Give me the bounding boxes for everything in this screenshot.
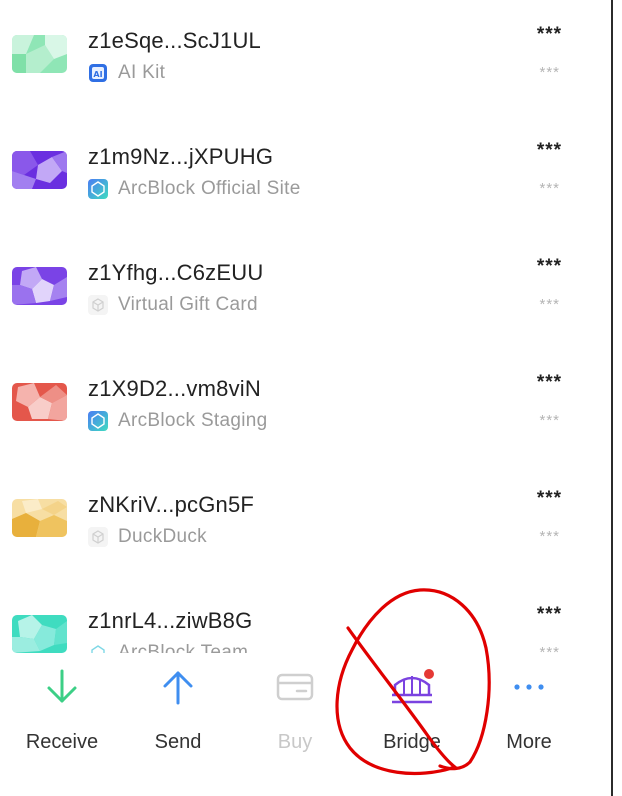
cube-icon	[88, 295, 108, 315]
asset-app: Virtual Gift Card	[88, 294, 258, 316]
app-name: Virtual Gift Card	[118, 294, 258, 315]
asset-balance: ***	[536, 256, 562, 277]
asset-app: ArcBlock Staging	[88, 410, 267, 432]
asset-balance: ***	[536, 372, 562, 393]
asset-list[interactable]: z1eSqe...ScJ1UL AI AI Kit *** *** z1m9Nz…	[0, 0, 611, 653]
app-name: ArcBlock Official Site	[118, 178, 301, 199]
receive-button[interactable]: Receive	[7, 665, 117, 754]
asset-thumbnail	[12, 35, 67, 73]
asset-address: zNKriV...pcGn5F	[88, 492, 255, 517]
app-name: ArcBlock Staging	[118, 410, 268, 431]
app-name: ArcBlock Team	[118, 642, 249, 653]
send-button[interactable]: Send	[123, 665, 233, 754]
asset-thumbnail	[12, 383, 67, 421]
arrow-down-icon	[7, 665, 117, 709]
right-edge-divider	[611, 0, 613, 796]
arcblock-icon	[88, 643, 108, 653]
asset-balance: ***	[536, 140, 562, 161]
asset-fiat-value: ***	[539, 644, 560, 653]
ai-kit-icon: AI	[88, 63, 108, 83]
asset-fiat-value: ***	[539, 528, 560, 545]
asset-balance: ***	[536, 604, 562, 625]
asset-address: z1Yfhg...C6zEUU	[88, 260, 264, 285]
card-icon	[240, 665, 350, 709]
asset-fiat-value: ***	[539, 180, 560, 197]
asset-balance: ***	[536, 24, 562, 45]
asset-row[interactable]: z1nrL4...ziwB8G ArcBlock Team *** ***	[0, 580, 611, 653]
asset-app: DuckDuck	[88, 526, 207, 548]
asset-row[interactable]: z1Yfhg...C6zEUU Virtual Gift Card *** **…	[0, 232, 611, 348]
app-name: DuckDuck	[118, 526, 207, 547]
svg-text:AI: AI	[93, 70, 102, 79]
arcblock-icon	[88, 179, 108, 199]
buy-button[interactable]: Buy	[240, 665, 350, 754]
cube-icon	[88, 527, 108, 547]
asset-app: AI AI Kit	[88, 62, 165, 84]
asset-row[interactable]: z1X9D2...vm8viN ArcBlock Staging *** ***	[0, 348, 611, 464]
buy-label: Buy	[277, 731, 313, 753]
asset-fiat-value: ***	[539, 296, 560, 313]
notification-badge	[424, 669, 434, 679]
asset-thumbnail	[12, 499, 67, 537]
bottom-action-bar: Receive Send Buy Bridge More	[0, 653, 611, 796]
more-button[interactable]: More	[474, 665, 584, 754]
more-icon	[474, 665, 584, 709]
asset-fiat-value: ***	[539, 412, 560, 429]
asset-thumbnail	[12, 267, 67, 305]
asset-app: ArcBlock Team	[88, 642, 248, 653]
asset-thumbnail	[12, 151, 67, 189]
asset-address: z1eSqe...ScJ1UL	[88, 28, 261, 53]
send-label: Send	[154, 731, 202, 753]
asset-address: z1X9D2...vm8viN	[88, 376, 261, 401]
bridge-label: Bridge	[383, 731, 441, 753]
asset-fiat-value: ***	[539, 64, 560, 81]
receive-label: Receive	[25, 731, 99, 753]
asset-app: ArcBlock Official Site	[88, 178, 301, 200]
asset-row[interactable]: z1m9Nz...jXPUHG ArcBlock Official Site *…	[0, 116, 611, 232]
more-label: More	[506, 731, 552, 753]
bridge-button[interactable]: Bridge	[357, 665, 467, 754]
arcblock-icon	[88, 411, 108, 431]
app-name: AI Kit	[118, 62, 166, 83]
bridge-icon	[357, 665, 467, 709]
asset-address: z1nrL4...ziwB8G	[88, 608, 253, 633]
asset-balance: ***	[536, 488, 562, 509]
asset-row[interactable]: z1eSqe...ScJ1UL AI AI Kit *** ***	[0, 0, 611, 116]
asset-row[interactable]: zNKriV...pcGn5F DuckDuck *** ***	[0, 464, 611, 580]
asset-address: z1m9Nz...jXPUHG	[88, 144, 274, 169]
asset-thumbnail	[12, 615, 67, 653]
arrow-up-icon	[123, 665, 233, 709]
